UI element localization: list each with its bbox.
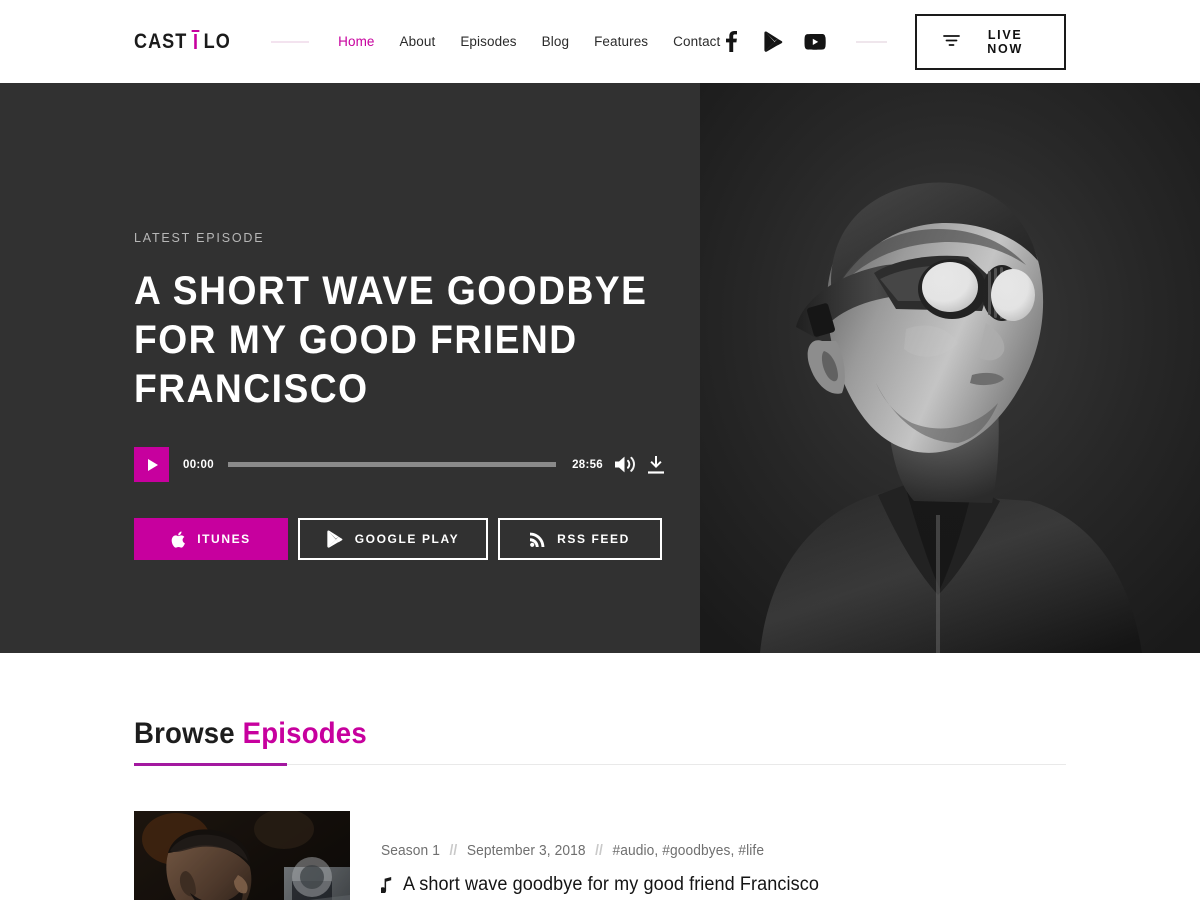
section-header: Browse Episodes (134, 653, 1066, 766)
nav-item-episodes[interactable]: Episodes (460, 34, 516, 49)
hero-content: LATEST EPISODE A SHORT WAVE GOODBYE FOR … (0, 83, 700, 560)
subscribe-buttons: ITUNES GOOGLE PLAY RSS FEED (134, 518, 700, 560)
live-now-button[interactable]: LIVE NOW (915, 13, 1066, 70)
logo-divider (270, 40, 310, 43)
duration: 28:56 (572, 458, 603, 471)
social-links (720, 31, 827, 53)
logo-text-part1: CAST (134, 29, 188, 53)
itunes-label: ITUNES (197, 532, 251, 546)
brand-mark-icon (191, 30, 200, 49)
filter-icon (943, 34, 961, 50)
apple-icon (171, 531, 186, 548)
list-item: Season 1 // September 3, 2018 // #audio,… (134, 811, 1066, 900)
rss-feed-label: RSS FEED (557, 532, 630, 546)
episode-title-row: A short wave goodbye for my good friend … (381, 874, 841, 896)
header-divider (856, 40, 888, 43)
section-title-accent: Episodes (242, 717, 367, 750)
nav-item-home[interactable]: Home (338, 34, 374, 49)
section-title-plain: Browse (134, 717, 235, 750)
site-header: CAST LO Home About Episodes Blog Feature… (0, 0, 1200, 83)
episode-season: Season 1 (381, 843, 440, 859)
nav-item-contact[interactable]: Contact (673, 34, 720, 49)
hero-eyebrow: LATEST EPISODE (134, 231, 265, 245)
header-right-cluster: LIVE NOW (720, 13, 1066, 70)
episode-date: September 3, 2018 (466, 843, 586, 859)
episode-tags: #audio, #goodbyes, #life (612, 843, 765, 859)
episode-meta: Season 1 // September 3, 2018 // #audio,… (381, 843, 818, 859)
main-navigation: Home About Episodes Blog Features Contac… (338, 34, 720, 49)
hero-portrait-image (700, 83, 1200, 653)
facebook-icon[interactable] (720, 31, 742, 53)
episode-thumbnail[interactable] (134, 811, 350, 900)
episode-title[interactable]: A short wave goodbye for my good friend … (403, 874, 819, 896)
google-play-icon (327, 530, 343, 548)
rss-icon (530, 532, 545, 547)
itunes-button[interactable]: ITUNES (134, 518, 288, 560)
youtube-icon[interactable] (804, 31, 827, 53)
nav-item-about[interactable]: About (400, 34, 436, 49)
episode-body: Season 1 // September 3, 2018 // #audio,… (350, 811, 841, 900)
google-play-icon[interactable] (762, 31, 784, 53)
rss-feed-button[interactable]: RSS FEED (498, 518, 662, 560)
volume-icon[interactable] (615, 456, 635, 473)
hero-section: LATEST EPISODE A SHORT WAVE GOODBYE FOR … (0, 83, 1200, 653)
live-now-label: LIVE NOW (987, 27, 1023, 56)
hero-title: A SHORT WAVE GOODBYE FOR MY GOOD FRIEND … (134, 269, 648, 411)
meta-separator-2: // (595, 843, 603, 859)
audio-player: 00:00 28:56 (134, 447, 664, 482)
google-play-label: GOOGLE PLAY (354, 532, 460, 546)
current-time: 00:00 (183, 458, 214, 471)
music-note-icon (381, 877, 392, 893)
nav-item-features[interactable]: Features (594, 34, 648, 49)
meta-separator-1: // (449, 843, 458, 859)
play-button[interactable] (134, 447, 169, 482)
episode-list: Season 1 // September 3, 2018 // #audio,… (134, 811, 1066, 900)
download-icon[interactable] (648, 455, 664, 474)
site-logo[interactable]: CAST LO (134, 30, 231, 54)
google-play-button[interactable]: GOOGLE PLAY (298, 518, 488, 560)
progress-bar[interactable] (227, 462, 557, 467)
section-underline (134, 763, 1066, 766)
section-title: Browse Episodes (134, 717, 367, 751)
browse-episodes-section: Browse Episodes Season 1 // September 3,… (0, 653, 1200, 900)
logo-text-part2: LO (203, 29, 231, 53)
play-icon (148, 458, 158, 471)
nav-item-blog[interactable]: Blog (542, 34, 569, 49)
